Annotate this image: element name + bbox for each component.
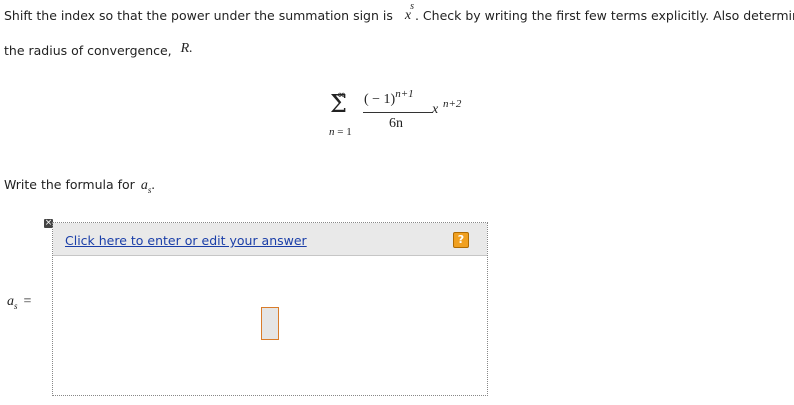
edit-answer-link[interactable]: Click here to enter or edit your answer bbox=[65, 233, 307, 248]
question-text-continued: . Check by writing the first few terms e… bbox=[414, 8, 794, 23]
answer-editor[interactable]: Click here to enter or edit your answer … bbox=[52, 222, 488, 396]
editor-toolbar: Click here to enter or edit your answer … bbox=[53, 223, 487, 256]
radius-variable: R. bbox=[180, 41, 193, 56]
sigma-symbol: Σ bbox=[330, 90, 347, 118]
series-lower-limit: n = 1 bbox=[329, 126, 352, 138]
answer-input-box[interactable] bbox=[261, 307, 279, 340]
power-exponent: s bbox=[410, 1, 414, 12]
question-line-2: the radius of convergence, R. bbox=[4, 41, 193, 60]
prompt-text: Write the formula for bbox=[4, 177, 135, 192]
prompt: Write the formula for as. bbox=[4, 177, 155, 195]
series-x: x bbox=[432, 102, 439, 117]
series-denominator: 6n bbox=[389, 116, 403, 131]
answer-label: as = bbox=[7, 294, 32, 311]
question-line-1: Shift the index so that the power under … bbox=[4, 1, 794, 24]
question-text-2: the radius of convergence, bbox=[4, 43, 172, 58]
series-numerator: ( − 1)n+1 bbox=[364, 88, 414, 107]
question-text: Shift the index so that the power under … bbox=[4, 8, 393, 23]
series-x-exponent: n+2 bbox=[443, 98, 462, 110]
series-expression: ∞ Σ n = 1 ( − 1)n+1 6n x n+2 bbox=[328, 88, 488, 148]
help-icon[interactable]: ? bbox=[453, 232, 469, 248]
prompt-variable: as. bbox=[140, 178, 155, 195]
fraction-bar bbox=[363, 112, 432, 113]
